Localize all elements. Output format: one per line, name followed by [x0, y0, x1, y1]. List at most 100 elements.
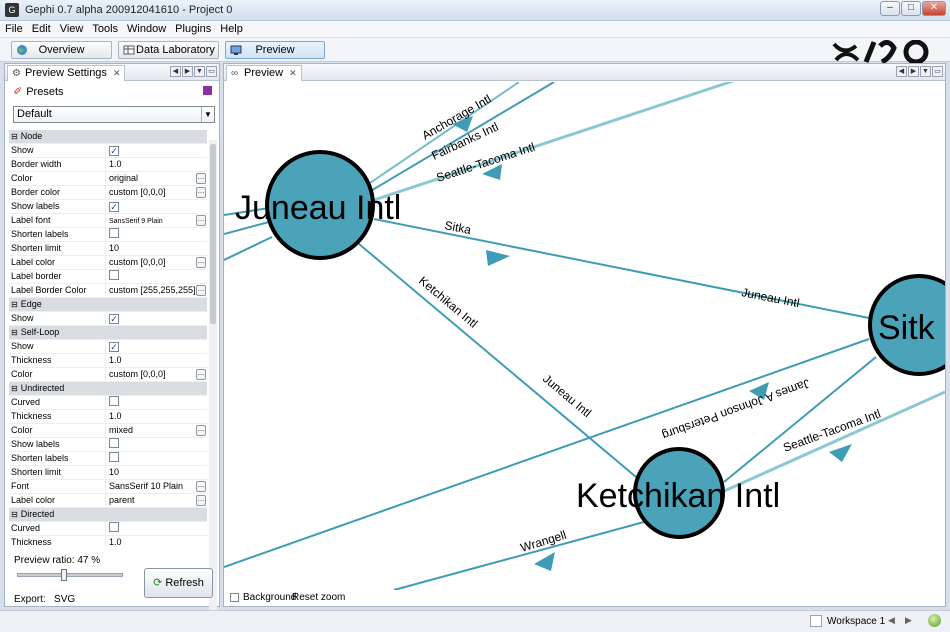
property-value[interactable]: [106, 438, 207, 451]
tab-preview[interactable]: Preview: [225, 41, 325, 59]
dropdown-icon[interactable]: ▼: [194, 66, 205, 77]
maximize-button[interactable]: □: [901, 1, 921, 16]
presets-button[interactable]: ✐ Presets: [13, 85, 64, 98]
glasses-icon: ∞: [231, 68, 239, 79]
property-value[interactable]: ✓: [106, 144, 207, 157]
property-value[interactable]: ✓: [106, 312, 207, 325]
property-value[interactable]: SansSerif 9 Plain …: [106, 214, 207, 227]
node-label-ketchikan: Ketchikan Intl: [576, 477, 780, 515]
property-value[interactable]: ✓: [106, 200, 207, 213]
dropdown-icon[interactable]: ▼: [920, 66, 931, 77]
property-value[interactable]: original…: [106, 172, 207, 185]
property-value[interactable]: SansSerif 10 Plain…: [106, 480, 207, 493]
menu-edit[interactable]: Edit: [27, 21, 55, 35]
ellipsis-button[interactable]: …: [196, 425, 206, 436]
property-value[interactable]: 1.0: [106, 158, 207, 171]
ellipsis-button[interactable]: …: [196, 257, 206, 268]
ellipsis-button[interactable]: …: [196, 285, 206, 296]
close-tab-icon[interactable]: ✕: [113, 68, 121, 78]
ellipsis-button[interactable]: …: [196, 173, 206, 184]
property-value[interactable]: custom [0,0,0]…: [106, 186, 207, 199]
checkbox-checked[interactable]: ✓: [109, 314, 119, 324]
status-globe-icon[interactable]: [928, 614, 941, 627]
property-value[interactable]: [106, 522, 207, 535]
ellipsis-button[interactable]: …: [196, 187, 206, 198]
property-value[interactable]: custom [0,0,0]…: [106, 256, 207, 269]
save-preset-icon[interactable]: [203, 86, 212, 95]
property-key: Show: [9, 340, 106, 353]
refresh-button[interactable]: ⟳ Refresh: [144, 568, 213, 598]
property-row: Color mixed…: [9, 424, 207, 438]
menu-file[interactable]: File: [0, 21, 27, 35]
ellipsis-button[interactable]: …: [196, 481, 206, 492]
slider-knob[interactable]: [61, 569, 67, 581]
ellipsis-button[interactable]: …: [196, 369, 206, 380]
property-row: Label font SansSerif 9 Plain…: [9, 214, 207, 228]
menu-view[interactable]: View: [55, 21, 88, 35]
scrollbar-thumb[interactable]: [210, 144, 216, 324]
graph-canvas[interactable]: Juneau Intl Ketchikan Intl Sitk Anchorag…: [224, 82, 945, 590]
property-value[interactable]: 10: [106, 242, 207, 255]
category-label[interactable]: Directed: [9, 508, 55, 521]
prev-workspace-icon[interactable]: ◀: [888, 615, 895, 626]
property-value[interactable]: [106, 452, 207, 465]
property-value[interactable]: 1.0: [106, 536, 207, 546]
scroll-left-icon[interactable]: ◀: [170, 66, 181, 77]
property-value[interactable]: mixed…: [106, 424, 207, 437]
preset-select[interactable]: Default ▼: [13, 106, 215, 123]
checkbox-checked[interactable]: ✓: [109, 146, 119, 156]
minimize-button[interactable]: –: [880, 1, 900, 16]
checkbox-unchecked[interactable]: [109, 270, 119, 280]
property-value[interactable]: 1.0: [106, 410, 207, 423]
checkbox-unchecked[interactable]: [109, 438, 119, 448]
background-checkbox[interactable]: [230, 593, 239, 602]
maximize-panel-icon[interactable]: ▭: [932, 66, 943, 77]
close-button[interactable]: ✕: [922, 1, 946, 16]
property-value[interactable]: 1.0: [106, 354, 207, 367]
property-value[interactable]: 10: [106, 466, 207, 479]
property-value-text: 1.0: [109, 159, 122, 169]
checkbox-unchecked[interactable]: [109, 452, 119, 462]
property-value[interactable]: [106, 228, 207, 241]
property-key: Label border: [9, 270, 106, 283]
category-label[interactable]: Self-Loop: [9, 326, 60, 339]
edge-seattle-top: [373, 82, 735, 202]
property-value[interactable]: [106, 270, 207, 283]
menu-window[interactable]: Window: [122, 21, 170, 35]
scroll-right-icon[interactable]: ▶: [182, 66, 193, 77]
menu-tools[interactable]: Tools: [87, 21, 122, 35]
tab-preview-settings[interactable]: ⚙ Preview Settings ✕: [7, 65, 126, 81]
ellipsis-button[interactable]: …: [196, 495, 206, 506]
property-value-text: SansSerif 9 Plain: [109, 218, 163, 225]
menu-plugins[interactable]: Plugins: [170, 21, 215, 35]
property-value[interactable]: ✓: [106, 340, 207, 353]
export-svg-link[interactable]: SVG: [54, 594, 75, 605]
property-value[interactable]: custom [0,0,0]…: [106, 368, 207, 381]
workspace-label[interactable]: Workspace 1: [827, 616, 885, 627]
menu-help[interactable]: Help: [215, 21, 247, 35]
next-workspace-icon[interactable]: ▶: [905, 615, 912, 626]
reset-zoom-link[interactable]: Reset zoom: [292, 592, 345, 603]
close-tab-icon[interactable]: ✕: [289, 68, 297, 78]
property-key: Show labels: [9, 200, 106, 213]
checkbox-checked[interactable]: ✓: [109, 202, 119, 212]
tab-preview-window[interactable]: ∞ Preview ✕: [226, 65, 302, 81]
tab-overview[interactable]: Overview: [11, 41, 112, 59]
category-label[interactable]: Undirected: [9, 382, 65, 395]
property-value[interactable]: parent…: [106, 494, 207, 507]
property-value[interactable]: custom [255,255,255]…: [106, 284, 207, 297]
scroll-right-icon[interactable]: ▶: [908, 66, 919, 77]
ellipsis-button[interactable]: …: [196, 215, 206, 226]
minimize-panel-icon[interactable]: ▭: [206, 66, 217, 77]
category-label[interactable]: Node: [9, 130, 43, 143]
property-value[interactable]: [106, 396, 207, 409]
checkbox-unchecked[interactable]: [109, 522, 119, 532]
scroll-left-icon[interactable]: ◀: [896, 66, 907, 77]
category-label[interactable]: Edge: [9, 298, 42, 311]
property-scrollbar[interactable]: [209, 140, 217, 610]
tab-data-laboratory[interactable]: Data Laboratory: [118, 41, 219, 59]
checkbox-checked[interactable]: ✓: [109, 342, 119, 352]
preview-ratio-slider[interactable]: [17, 569, 123, 581]
checkbox-unchecked[interactable]: [109, 396, 119, 406]
checkbox-unchecked[interactable]: [109, 228, 119, 238]
